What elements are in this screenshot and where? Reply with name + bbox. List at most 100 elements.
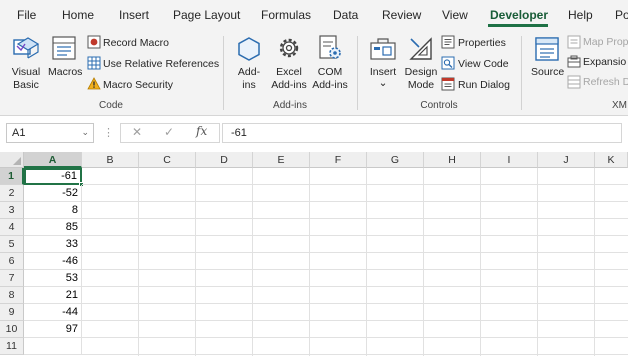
enter-icon[interactable]: ✓ <box>164 125 174 139</box>
column-header-d[interactable]: D <box>196 152 253 168</box>
group-divider <box>357 36 358 110</box>
row-header-9[interactable]: 9 <box>0 304 24 321</box>
worksheet-grid: A B C D E F G H I J K 1 2 3 4 5 6 7 8 9 … <box>0 152 628 356</box>
row-header-5[interactable]: 5 <box>0 236 24 253</box>
use-relative-references-label: Use Relative References <box>103 58 220 70</box>
view-code-icon <box>441 56 455 70</box>
code-group-label: Code <box>99 100 123 111</box>
cell-a3[interactable]: 8 <box>24 202 82 219</box>
name-box-value: A1 <box>12 127 26 139</box>
row-header-4[interactable]: 4 <box>0 219 24 236</box>
select-all-icon <box>13 157 21 165</box>
cancel-icon[interactable]: ✕ <box>132 125 142 139</box>
column-header-h[interactable]: H <box>424 152 481 168</box>
row-header-3[interactable]: 3 <box>0 202 24 219</box>
group-divider <box>521 36 522 110</box>
name-box[interactable]: A1 ⌄ <box>6 123 94 143</box>
chevron-down-icon[interactable]: ⌄ <box>81 127 89 138</box>
run-dialog-icon <box>441 77 455 91</box>
row-header-1[interactable]: 1 <box>0 168 24 185</box>
column-header-f[interactable]: F <box>310 152 367 168</box>
cell-a1[interactable]: -61 <box>24 168 82 185</box>
tab-power-pivot[interactable]: Po <box>615 8 628 22</box>
relative-references-icon <box>87 56 101 70</box>
properties-icon <box>441 35 455 49</box>
record-macro-label: Record Macro <box>103 37 169 49</box>
cell-a6[interactable]: -46 <box>24 253 82 270</box>
tab-view[interactable]: View <box>442 8 468 22</box>
macros-label: Macros <box>48 66 83 78</box>
chevron-down-icon: ⌄ <box>378 77 388 89</box>
refresh-data-label: Refresh D <box>583 76 628 88</box>
cell-a8[interactable]: 21 <box>24 287 82 304</box>
cell-a11[interactable] <box>24 338 82 355</box>
design-mode-label-2: Mode <box>407 79 435 91</box>
expansion-packs-label: Expansio <box>583 56 627 68</box>
formula-bar: A1 ⌄ ⋮ ✕ ✓ fx -61 <box>0 116 628 152</box>
row-header-11[interactable]: 11 <box>0 338 24 355</box>
design-mode-label-1: Design <box>404 66 438 78</box>
expansion-packs-icon <box>567 55 581 68</box>
cell-a7[interactable]: 53 <box>24 270 82 287</box>
menu-bar: File Home Insert Page Layout Formulas Da… <box>0 0 628 30</box>
run-dialog-label: Run Dialog <box>458 79 510 91</box>
column-header-e[interactable]: E <box>253 152 310 168</box>
cell-a5[interactable]: 33 <box>24 236 82 253</box>
com-addins-label-1: COM <box>317 66 343 78</box>
hexagon-icon <box>238 37 260 61</box>
tab-help[interactable]: Help <box>568 8 593 22</box>
refresh-icon <box>567 75 581 89</box>
select-all-button[interactable] <box>0 152 24 168</box>
more-options-icon[interactable]: ⋮ <box>103 126 114 139</box>
column-header-i[interactable]: I <box>481 152 538 168</box>
cell-a2[interactable]: -52 <box>24 185 82 202</box>
column-header-b[interactable]: B <box>82 152 139 168</box>
column-header-c[interactable]: C <box>139 152 196 168</box>
row-header-7[interactable]: 7 <box>0 270 24 287</box>
toolbox-icon <box>370 38 396 60</box>
column-header-g[interactable]: G <box>367 152 424 168</box>
properties-label: Properties <box>458 37 506 49</box>
addins-label-2: ins <box>242 79 256 91</box>
addins-label-1: Add- <box>237 66 261 78</box>
tab-file[interactable]: File <box>17 8 36 22</box>
insert-function-icon[interactable]: fx <box>196 124 207 138</box>
design-mode-icon <box>409 37 432 60</box>
map-properties-icon <box>567 35 581 49</box>
visual-basic-label-2: Basic <box>13 79 39 91</box>
xml-source-icon <box>535 37 559 61</box>
row-header-10[interactable]: 10 <box>0 321 24 338</box>
tab-developer[interactable]: Developer <box>490 8 548 22</box>
column-header-j[interactable]: J <box>538 152 595 168</box>
column-header-k[interactable]: K <box>595 152 628 168</box>
record-macro-icon <box>87 35 101 49</box>
visual-basic-icon <box>13 37 40 59</box>
tab-review[interactable]: Review <box>382 8 421 22</box>
source-label: Source <box>531 66 565 78</box>
row-header-8[interactable]: 8 <box>0 287 24 304</box>
column-header-a[interactable]: A <box>24 152 82 168</box>
com-addins-icon <box>319 35 341 59</box>
group-divider <box>223 36 224 110</box>
row-header-6[interactable]: 6 <box>0 253 24 270</box>
cell-a9[interactable]: -44 <box>24 304 82 321</box>
cell-a4[interactable]: 85 <box>24 219 82 236</box>
tab-page-layout[interactable]: Page Layout <box>173 8 240 22</box>
visual-basic-label-1: Visual <box>11 66 41 78</box>
tab-home[interactable]: Home <box>62 8 94 22</box>
formula-input-value: -61 <box>231 127 247 139</box>
active-tab-indicator <box>488 24 548 27</box>
tab-insert[interactable]: Insert <box>119 8 149 22</box>
tab-formulas[interactable]: Formulas <box>261 8 311 22</box>
warning-icon <box>87 77 101 90</box>
cell-a10[interactable]: 97 <box>24 321 82 338</box>
map-properties-label: Map Prop <box>583 36 628 48</box>
formula-input[interactable]: -61 <box>222 123 622 143</box>
view-code-label: View Code <box>458 58 509 70</box>
com-addins-label-2: Add-ins <box>312 79 348 91</box>
excel-addins-label-1: Excel <box>276 66 302 78</box>
tab-data[interactable]: Data <box>333 8 358 22</box>
xml-group-label: XM <box>612 100 627 111</box>
excel-addins-label-2: Add-ins <box>271 79 307 91</box>
row-header-2[interactable]: 2 <box>0 185 24 202</box>
